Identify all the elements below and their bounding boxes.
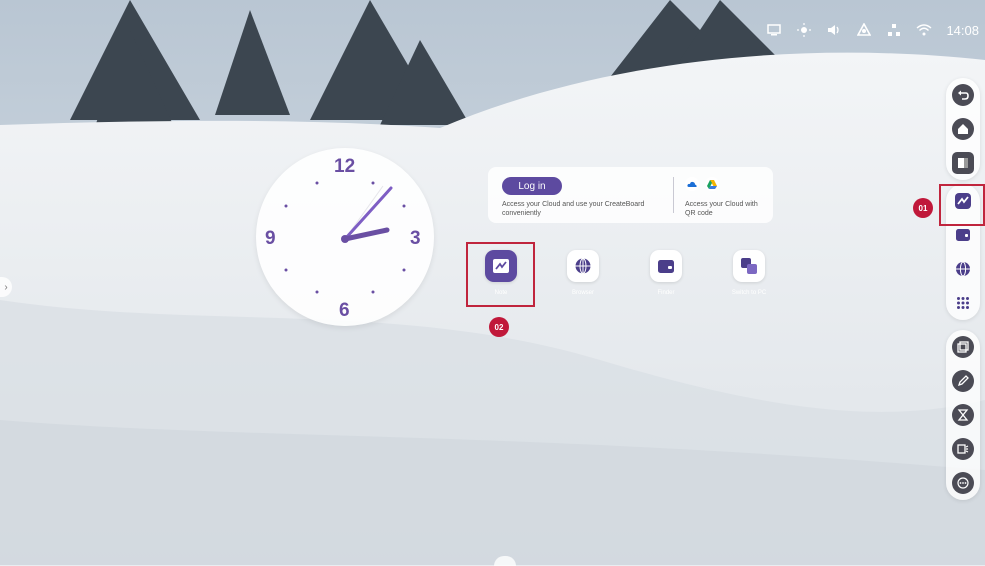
onedrive-icon[interactable] xyxy=(685,177,699,191)
volume-icon[interactable] xyxy=(826,22,842,38)
cloud-sync-icon[interactable] xyxy=(856,22,872,38)
app-finder[interactable]: Finder xyxy=(631,250,701,296)
highlight-note-app xyxy=(466,242,535,307)
clock-widget[interactable]: 12 3 6 9 xyxy=(256,148,434,326)
app-switch-to-pc[interactable]: Switch to PC xyxy=(714,250,784,296)
status-bar: 14:08 xyxy=(766,22,979,38)
screenshot-icon[interactable] xyxy=(952,336,974,358)
wifi-icon[interactable] xyxy=(916,22,932,38)
app-browser[interactable]: Browser xyxy=(548,250,618,296)
apps-grid-icon[interactable] xyxy=(952,292,974,314)
highlight-dock-note xyxy=(939,184,985,226)
clock-numeral-12: 12 xyxy=(334,156,356,177)
marker-01: 01 xyxy=(913,198,933,218)
clock-numeral-6: 6 xyxy=(339,300,350,321)
finder-icon xyxy=(650,250,682,282)
screen-share-icon[interactable] xyxy=(766,22,782,38)
clock-numeral-3: 3 xyxy=(410,228,421,249)
timer-icon[interactable] xyxy=(952,404,974,426)
app-browser-label: Browser xyxy=(571,290,594,296)
dock-tools xyxy=(946,330,980,500)
cloud-description: Access your Cloud and use your CreateBoa… xyxy=(502,201,645,217)
browser-icon[interactable] xyxy=(952,258,974,280)
home-icon[interactable] xyxy=(952,118,974,140)
cloud-login-card: Log in Access your Cloud and use your Cr… xyxy=(488,167,773,223)
clock-time: 14:08 xyxy=(946,22,979,38)
cloud-qr-description: Access your Cloud with QR code xyxy=(685,201,758,217)
back-icon[interactable] xyxy=(952,84,974,106)
ethernet-icon[interactable] xyxy=(886,22,902,38)
card-divider xyxy=(673,177,674,213)
login-button[interactable]: Log in xyxy=(502,177,562,195)
dock-navigation xyxy=(946,78,980,180)
google-drive-icon[interactable] xyxy=(705,177,719,191)
switch-pc-icon xyxy=(733,250,765,282)
pen-icon[interactable] xyxy=(952,370,974,392)
clock-numeral-9: 9 xyxy=(265,228,276,249)
window-icon[interactable] xyxy=(952,152,974,174)
browser-icon xyxy=(567,250,599,282)
marker-02: 02 xyxy=(489,317,509,337)
app-finder-label: Finder xyxy=(657,290,675,296)
app-switch-to-pc-label: Switch to PC xyxy=(731,290,767,296)
screen-record-icon[interactable] xyxy=(952,438,974,460)
more-icon[interactable] xyxy=(952,472,974,494)
finder-icon[interactable] xyxy=(952,224,974,246)
brightness-icon[interactable] xyxy=(796,22,812,38)
